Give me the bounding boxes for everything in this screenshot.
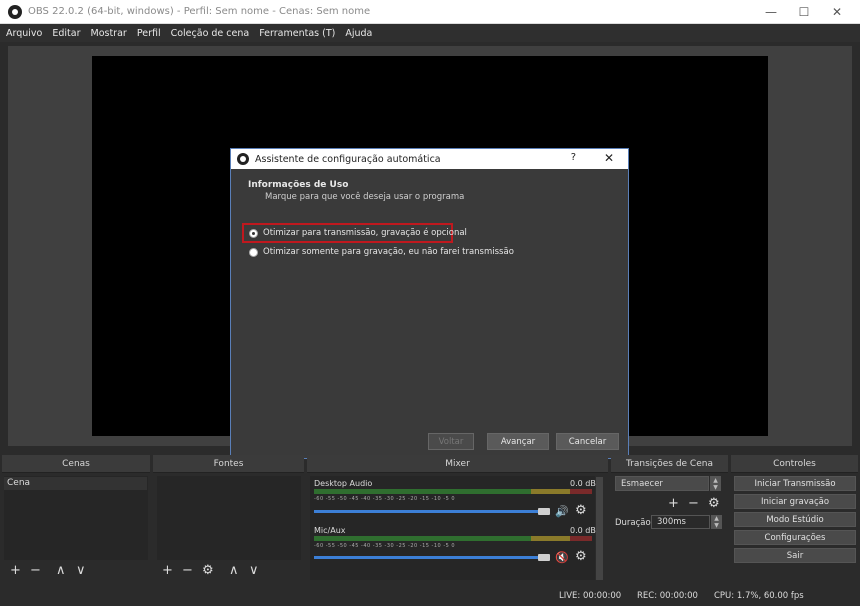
option-recording-label: Otimizar somente para gravação, eu não f… bbox=[263, 247, 514, 257]
gear-icon[interactable]: ⚙ bbox=[575, 550, 587, 563]
menu-editar[interactable]: Editar bbox=[52, 28, 80, 39]
move-up-icon[interactable]: ∧ bbox=[229, 564, 239, 577]
remove-source-icon[interactable]: − bbox=[182, 564, 193, 577]
speaker-muted-icon[interactable]: 🔇 bbox=[555, 551, 569, 564]
auto-config-dialog: Assistente de configuração automática ? … bbox=[230, 148, 629, 459]
close-window-button[interactable]: ✕ bbox=[820, 0, 854, 24]
menu-colecao-de-cena[interactable]: Coleção de cena bbox=[171, 28, 250, 39]
gear-icon[interactable]: ⚙ bbox=[575, 504, 587, 517]
mic-aux-volume-slider[interactable] bbox=[314, 556, 546, 559]
section-subtitle: Marque para que você deseja usar o progr… bbox=[265, 192, 465, 202]
sources-dock-title: Fontes bbox=[153, 455, 304, 473]
mic-aux-ticks: -60 -55 -50 -45 -40 -35 -30 -25 -20 -15 … bbox=[314, 543, 456, 549]
desktop-audio-label: Desktop Audio bbox=[314, 479, 373, 488]
minimize-button[interactable]: — bbox=[754, 0, 788, 24]
next-button[interactable]: Avançar bbox=[487, 433, 549, 450]
duration-stepper[interactable]: ▲ ▼ bbox=[711, 515, 722, 529]
maximize-button[interactable]: ☐ bbox=[787, 0, 821, 24]
desktop-audio-slider-handle[interactable] bbox=[538, 508, 550, 515]
dialog-title: Assistente de configuração automática bbox=[255, 153, 441, 165]
live-status: LIVE: 00:00:00 bbox=[559, 591, 622, 601]
add-source-icon[interactable]: + bbox=[162, 564, 173, 577]
mic-aux-meter bbox=[314, 536, 592, 541]
remove-scene-icon[interactable]: − bbox=[30, 564, 41, 577]
cpu-status: CPU: 1.7%, 60.00 fps bbox=[714, 591, 804, 601]
move-up-icon[interactable]: ∧ bbox=[56, 564, 66, 577]
start-streaming-button[interactable]: Iniciar Transmissão bbox=[734, 476, 856, 491]
desktop-audio-meter bbox=[314, 489, 592, 494]
obs-logo-icon bbox=[237, 153, 249, 165]
gear-icon[interactable]: ⚙ bbox=[708, 497, 720, 510]
controls-dock-title: Controles bbox=[731, 455, 858, 473]
move-down-icon[interactable]: ∨ bbox=[76, 564, 86, 577]
dialog-close-button[interactable]: ✕ bbox=[604, 151, 614, 165]
mixer-scrollbar[interactable] bbox=[596, 477, 603, 580]
cancel-button[interactable]: Cancelar bbox=[556, 433, 619, 450]
help-button[interactable]: ? bbox=[571, 152, 576, 163]
desktop-audio-ticks: -60 -55 -50 -45 -40 -35 -30 -25 -20 -15 … bbox=[314, 496, 456, 502]
window-title: OBS 22.0.2 (64-bit, windows) - Perfil: S… bbox=[28, 6, 371, 17]
scenes-dock-title: Cenas bbox=[2, 455, 150, 473]
transition-select[interactable]: Esmaecer bbox=[615, 476, 709, 491]
obs-logo-icon bbox=[8, 4, 22, 19]
menu-perfil[interactable]: Perfil bbox=[137, 28, 161, 39]
exit-button[interactable]: Sair bbox=[734, 548, 856, 563]
desktop-audio-level: 0.0 dB bbox=[570, 479, 596, 488]
gear-icon[interactable]: ⚙ bbox=[202, 564, 214, 577]
menu-ajuda[interactable]: Ajuda bbox=[345, 28, 372, 39]
menu-bar: Arquivo Editar Mostrar Perfil Coleção de… bbox=[0, 24, 860, 42]
sources-list[interactable] bbox=[157, 476, 301, 560]
radio-button-checked[interactable] bbox=[249, 228, 258, 238]
move-down-icon[interactable]: ∨ bbox=[249, 564, 259, 577]
mic-aux-label: Mic/Aux bbox=[314, 526, 346, 535]
add-scene-icon[interactable]: + bbox=[10, 564, 21, 577]
rec-status: REC: 00:00:00 bbox=[637, 591, 698, 601]
option-streaming-label: Otimizar para transmissão, gravação é op… bbox=[263, 228, 467, 238]
scene-item[interactable]: Cena bbox=[4, 477, 147, 490]
menu-arquivo[interactable]: Arquivo bbox=[6, 28, 42, 39]
speaker-icon[interactable]: 🔊 bbox=[555, 505, 569, 518]
radio-button[interactable] bbox=[249, 247, 258, 257]
option-recording[interactable]: Otimizar somente para gravação, eu não f… bbox=[249, 247, 514, 257]
transitions-dock-title: Transições de Cena bbox=[611, 455, 728, 473]
studio-mode-button[interactable]: Modo Estúdio bbox=[734, 512, 856, 527]
duration-label: Duração bbox=[615, 518, 651, 528]
transition-select-arrows[interactable]: ▲ ▼ bbox=[710, 476, 721, 491]
start-recording-button[interactable]: Iniciar gravação bbox=[734, 494, 856, 509]
add-transition-icon[interactable]: + bbox=[668, 497, 679, 510]
mic-aux-slider-handle[interactable] bbox=[538, 554, 550, 561]
section-title: Informações de Uso bbox=[248, 180, 349, 190]
settings-button[interactable]: Configurações bbox=[734, 530, 856, 545]
duration-input[interactable]: 300ms bbox=[651, 515, 710, 529]
mic-aux-level: 0.0 dB bbox=[570, 526, 596, 535]
dialog-titlebar: Assistente de configuração automática bbox=[231, 149, 628, 169]
remove-transition-icon[interactable]: − bbox=[688, 497, 699, 510]
mixer-dock-title: Mixer bbox=[307, 455, 608, 473]
desktop-audio-volume-slider[interactable] bbox=[314, 510, 546, 513]
back-button[interactable]: Voltar bbox=[428, 433, 474, 450]
option-streaming[interactable]: Otimizar para transmissão, gravação é op… bbox=[249, 228, 467, 238]
menu-ferramentas[interactable]: Ferramentas (T) bbox=[259, 28, 335, 39]
window-titlebar: OBS 22.0.2 (64-bit, windows) - Perfil: S… bbox=[0, 0, 860, 24]
menu-mostrar[interactable]: Mostrar bbox=[91, 28, 127, 39]
